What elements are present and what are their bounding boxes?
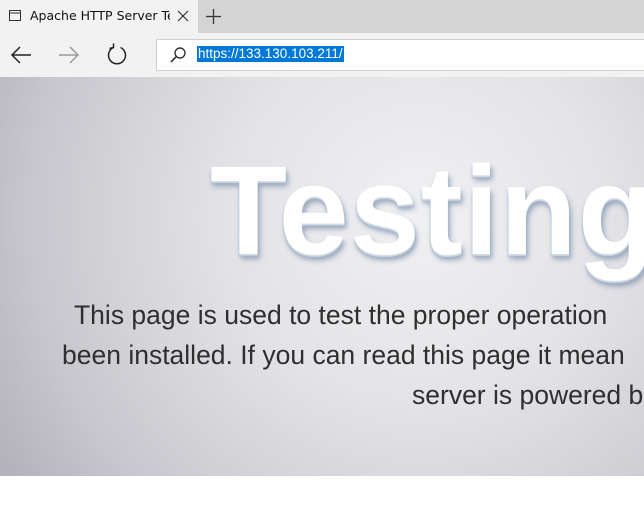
search-icon: [170, 47, 186, 63]
refresh-icon[interactable]: [105, 43, 129, 67]
page-icon: [9, 10, 21, 21]
address-bar[interactable]: https://133.130.103.211/: [156, 39, 644, 71]
close-icon[interactable]: [177, 10, 189, 22]
description-line: server is powered b: [412, 380, 644, 410]
page-heading: Testing: [210, 140, 644, 281]
page-background-strip: [0, 476, 644, 520]
page-content: Testing This page is used to test the pr…: [0, 77, 644, 476]
description-line: This page is used to test the proper ope…: [74, 300, 608, 330]
tab-apache-test-page[interactable]: Apache HTTP Server Tes: [0, 0, 198, 33]
tab-title: Apache HTTP Server Tes: [30, 8, 170, 23]
navigation-bar: https://133.130.103.211/: [0, 33, 644, 77]
arrow-left-icon[interactable]: [9, 43, 33, 67]
plus-icon[interactable]: [205, 8, 222, 25]
tab-strip: Apache HTTP Server Tes: [0, 0, 644, 33]
arrow-right-icon[interactable]: [57, 43, 81, 67]
address-url[interactable]: https://133.130.103.211/: [197, 46, 344, 62]
browser-window: Apache HTTP Server Tes https://133.130.1…: [0, 0, 644, 520]
description-line: been installed. If you can read this pag…: [62, 340, 625, 370]
